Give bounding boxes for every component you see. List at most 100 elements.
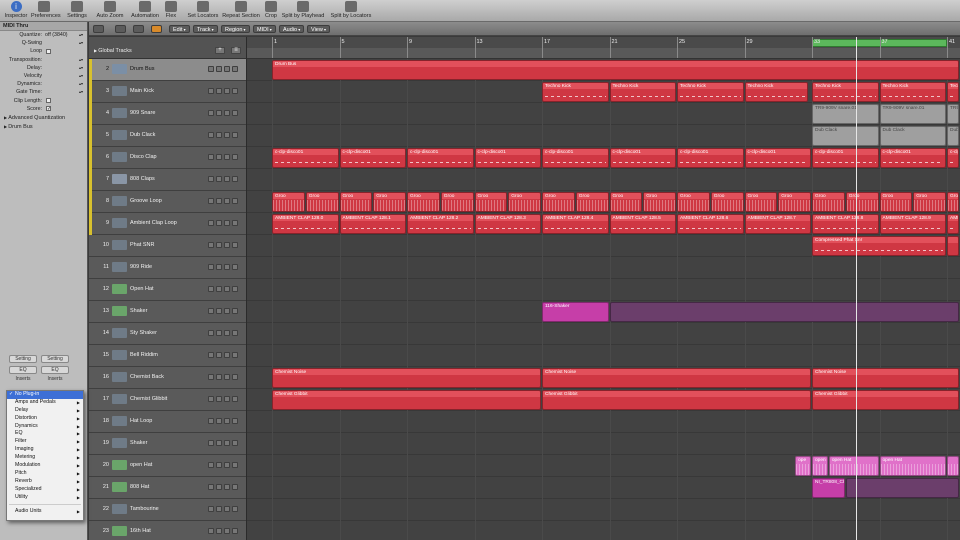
track-header-shaker[interactable]: 13 Shaker	[89, 301, 246, 323]
stepper-icon[interactable]: ▴▾	[79, 31, 83, 39]
region[interactable]: c-clp-disco01	[272, 148, 339, 168]
menu-item-no-plug-in[interactable]: No Plug-in	[7, 391, 83, 399]
track-header-disco-clap[interactable]: 6 Disco Clap	[89, 147, 246, 169]
track-name[interactable]: Chemist Back	[130, 374, 164, 380]
input-monitor-button[interactable]	[232, 242, 238, 248]
region[interactable]: AMBIENT CLAP 128.3	[474, 214, 541, 234]
record-button[interactable]	[224, 506, 230, 512]
track-instrument-icon[interactable]	[112, 306, 127, 316]
track-lane[interactable]	[247, 323, 960, 345]
input-monitor-button[interactable]	[232, 374, 238, 380]
region[interactable]: Groo	[643, 192, 676, 212]
param-velocity[interactable]: Velocity ▴▾	[0, 72, 87, 80]
solo-button[interactable]	[216, 154, 222, 160]
track-header-hat-loop[interactable]: 18 Hat Loop	[89, 411, 246, 433]
track-name[interactable]: Open Hat	[130, 286, 154, 292]
loop-checkbox[interactable]	[46, 48, 51, 54]
track-name[interactable]: 16th Hat	[130, 528, 151, 534]
menu-midi[interactable]: MIDI	[253, 25, 276, 33]
mute-button[interactable]	[208, 264, 214, 270]
track-lane[interactable]	[247, 521, 960, 540]
region[interactable]: c-clp-disco01	[609, 148, 676, 168]
solo-button[interactable]	[216, 88, 222, 94]
track-options-icon[interactable]: ≡	[231, 47, 241, 54]
region[interactable]: c-clp-disco01	[339, 148, 406, 168]
record-button[interactable]	[224, 484, 230, 490]
track-name[interactable]: open Hat	[130, 462, 152, 468]
track-instrument-icon[interactable]	[112, 416, 127, 426]
input-monitor-button[interactable]	[232, 220, 238, 226]
record-button[interactable]	[224, 418, 230, 424]
track-header-bell-riddim[interactable]: 15 Bell Riddim	[89, 345, 246, 367]
repeat-section-button[interactable]: Repeat Section	[222, 0, 260, 22]
mute-button[interactable]	[208, 484, 214, 490]
menu-edit[interactable]: Edit	[169, 25, 190, 33]
automation-button[interactable]: Automation	[129, 0, 161, 22]
param-delay[interactable]: Delay: ▴▾	[0, 64, 87, 72]
solo-button[interactable]	[216, 110, 222, 116]
mute-button[interactable]	[208, 330, 214, 336]
param-transposition[interactable]: Transposition: ▴▾	[0, 56, 87, 64]
mute-button[interactable]	[208, 506, 214, 512]
region[interactable]: Groo	[373, 192, 406, 212]
region[interactable]: TR9-909V snare.01	[812, 104, 879, 124]
track-header-main-kick[interactable]: 3 Main Kick	[89, 81, 246, 103]
param-score[interactable]: Score:	[0, 105, 87, 113]
track-instrument-icon[interactable]	[112, 350, 127, 360]
input-monitor-button[interactable]	[232, 154, 238, 160]
region[interactable]: c-clp-disco01	[812, 148, 879, 168]
region[interactable]: AMBIENT CLAP 128.4	[542, 214, 609, 234]
track-instrument-icon[interactable]	[112, 174, 127, 184]
region[interactable]: c-clp-disco01	[947, 148, 959, 168]
param-dynamics[interactable]: Dynamics: ▴▾	[0, 80, 87, 88]
track-name[interactable]: Main Kick	[130, 88, 154, 94]
track-header-16th-hat[interactable]: 23 16th Hat	[89, 521, 246, 540]
region[interactable]: Techno Kick	[879, 82, 946, 102]
record-button[interactable]	[224, 110, 230, 116]
track-name[interactable]: 808 Hat	[130, 484, 149, 490]
region[interactable]	[947, 456, 959, 476]
solo-button[interactable]	[216, 176, 222, 182]
mute-button[interactable]	[208, 286, 214, 292]
input-monitor-button[interactable]	[232, 308, 238, 314]
mute-button[interactable]	[208, 396, 214, 402]
track-instrument-icon[interactable]	[112, 284, 127, 294]
region[interactable]: Techno Kick	[812, 82, 879, 102]
input-monitor-button[interactable]	[232, 418, 238, 424]
advanced-quantization-disclosure[interactable]: Advanced Quantization	[0, 113, 87, 122]
track-lane[interactable]	[247, 279, 960, 301]
region[interactable]: open Hat	[879, 456, 946, 476]
record-button[interactable]	[224, 88, 230, 94]
track-name[interactable]: Ambient Clap Loop	[130, 220, 177, 226]
track-instrument-icon[interactable]	[112, 504, 127, 514]
region[interactable]: NI_TR808_ClHat1	[812, 478, 845, 498]
record-button[interactable]	[224, 242, 230, 248]
catch-icon[interactable]	[133, 25, 144, 33]
track-instrument-icon[interactable]	[112, 394, 127, 404]
track-header-chemist-back[interactable]: 16 Chemist Back	[89, 367, 246, 389]
inspector-button[interactable]: i Inspector	[3, 0, 29, 22]
menu-item-distortion[interactable]: Distortion ▶	[7, 415, 83, 423]
menu-item-audio-units[interactable]: Audio Units ▶	[7, 508, 83, 516]
solo-button[interactable]	[216, 462, 222, 468]
playhead[interactable]	[855, 37, 857, 540]
param-q-swing[interactable]: Q-Swing ▴▾	[0, 39, 87, 47]
menu-item-specialized[interactable]: Specialized ▶	[7, 486, 83, 494]
solo-button[interactable]	[216, 506, 222, 512]
region[interactable]: Groo	[474, 192, 508, 212]
track-instrument-icon[interactable]	[112, 218, 127, 228]
solo-button[interactable]	[216, 484, 222, 490]
region[interactable]: c-clp-disco01	[677, 148, 744, 168]
mute-button[interactable]	[208, 88, 214, 94]
input-monitor-button[interactable]	[232, 462, 238, 468]
solo-button[interactable]	[216, 286, 222, 292]
region[interactable]: TR9-909V	[947, 104, 959, 124]
track-lane[interactable]	[247, 499, 960, 521]
region[interactable]: TR9-909V snare.01	[879, 104, 946, 124]
menu-track[interactable]: Track	[193, 25, 218, 33]
track-header-groove-loop[interactable]: 8 Groove Loop	[89, 191, 246, 213]
track-header-open-hat[interactable]: 12 Open Hat	[89, 279, 246, 301]
region[interactable]: Techno Kick	[947, 82, 959, 102]
solo-button[interactable]	[216, 66, 222, 72]
mute-button[interactable]	[208, 374, 214, 380]
